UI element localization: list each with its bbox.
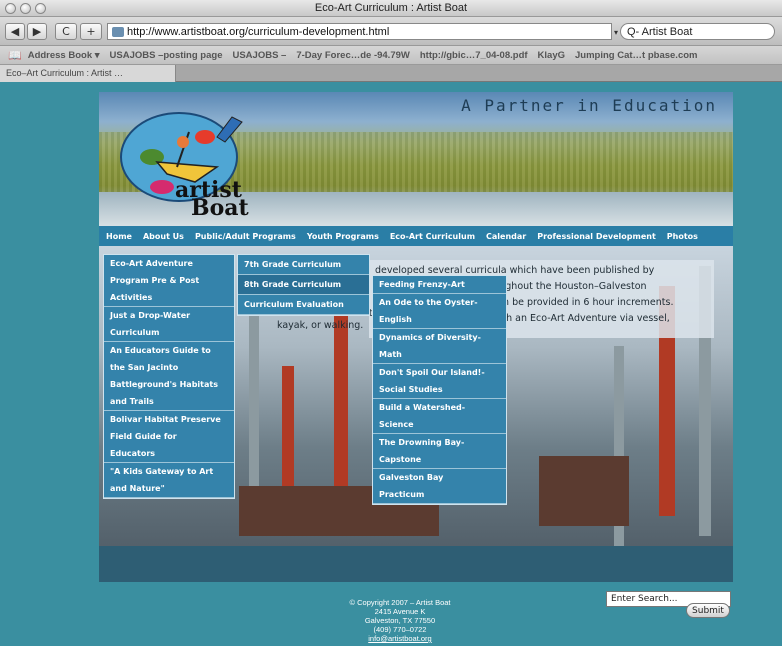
content-line: kayak, or walking.	[277, 320, 364, 331]
menu-item[interactable]: Science	[373, 416, 506, 434]
nav-item-professional[interactable]: Professional Development	[537, 232, 656, 241]
nav-item-home[interactable]: Home	[106, 232, 132, 241]
menu-item[interactable]: Bolivar Habitat Preserve	[104, 411, 234, 428]
bookmark-item[interactable]: KlayG	[538, 50, 565, 61]
menu-item[interactable]: Practicum	[373, 486, 506, 504]
menu-item[interactable]: The Drowning Bay-	[373, 434, 506, 451]
menu-item-8th-grade[interactable]: 8th Grade Curriculum	[238, 275, 369, 295]
chevron-down-icon[interactable]: ▾	[614, 28, 618, 37]
menu-item-evaluation[interactable]: Curriculum Evaluation	[238, 295, 369, 315]
menu-item[interactable]: Program Pre & Post	[104, 272, 234, 289]
address-bar[interactable]: http://www.artistboat.org/curriculum-dev…	[107, 23, 612, 40]
menu-item[interactable]: and Trails	[104, 393, 234, 411]
nav-item-youth[interactable]: Youth Programs	[307, 232, 379, 241]
eco-art-dropdown-menu: Eco-Art Adventure Program Pre & Post Act…	[103, 254, 235, 499]
menu-item[interactable]: Curriculum	[104, 324, 234, 342]
main-navigation: Home About Us Public/Adult Programs Yout…	[99, 226, 733, 246]
menu-item[interactable]: Just a Drop-Water	[104, 307, 234, 324]
tab-current[interactable]: Eco–Art Curriculum : Artist …	[0, 65, 176, 82]
menu-item[interactable]: Don't Spoil Our Island!-	[373, 364, 506, 381]
site-header: A Partner in Education artist Boat	[99, 92, 733, 226]
browser-search-field[interactable]: Q- Artist Boat	[620, 23, 775, 40]
nav-item-public-adult[interactable]: Public/Adult Programs	[195, 232, 296, 241]
menu-item[interactable]: Eco-Art Adventure	[104, 255, 234, 272]
menu-item[interactable]: and Nature"	[104, 480, 234, 498]
rig-structure	[282, 366, 294, 486]
bookmark-item[interactable]: Jumping Cat…t pbase.com	[575, 50, 697, 61]
open-book-icon[interactable]: 📖	[8, 49, 22, 62]
window-title: Eco-Art Curriculum : Artist Boat	[314, 2, 468, 14]
address-bar-text: http://www.artistboat.org/curriculum-dev…	[127, 25, 390, 38]
tab-bar: Eco–Art Curriculum : Artist …	[0, 65, 782, 82]
nav-item-calendar[interactable]: Calendar	[486, 232, 526, 241]
menu-item[interactable]: Galveston Bay	[373, 469, 506, 486]
menu-item[interactable]: Field Guide for	[104, 428, 234, 445]
rig-structure	[539, 456, 629, 526]
menu-item[interactable]: Build a Watershed-	[373, 399, 506, 416]
menu-item[interactable]: An Educators Guide to	[104, 342, 234, 359]
reload-button[interactable]: C	[55, 23, 77, 40]
forward-button[interactable]: ▶	[27, 23, 47, 40]
reload-icon: C	[62, 25, 70, 38]
curriculum-submenu: 7th Grade Curriculum 8th Grade Curriculu…	[237, 254, 370, 316]
menu-item[interactable]: Dynamics of Diversity-	[373, 329, 506, 346]
menu-item[interactable]: English	[373, 311, 506, 329]
menu-item[interactable]: Social Studies	[373, 381, 506, 399]
web-page: A Partner in Education artist Boat Home …	[99, 92, 733, 582]
submit-button[interactable]: Submit	[686, 603, 730, 618]
browser-toolbar: ◀ ▶ C + http://www.artistboat.org/curric…	[0, 17, 782, 46]
menu-item[interactable]: Feeding Frenzy-Art	[373, 276, 506, 294]
logo-text: Boat	[191, 195, 250, 217]
favicon-icon	[112, 26, 124, 37]
plus-icon: +	[86, 25, 96, 38]
artist-boat-logo[interactable]: artist Boat	[117, 102, 257, 221]
back-icon: ◀	[10, 25, 20, 38]
8th-grade-submenu: Feeding Frenzy-Art An Ode to the Oyster-…	[372, 275, 507, 505]
menu-item[interactable]: An Ode to the Oyster-	[373, 294, 506, 311]
menu-item[interactable]: "A Kids Gateway to Art	[104, 463, 234, 480]
add-bookmark-button[interactable]: +	[80, 23, 102, 40]
menu-item[interactable]: Educators	[104, 445, 234, 463]
menu-item[interactable]: Capstone	[373, 451, 506, 469]
bookmark-item[interactable]: http://gbic…7_04-08.pdf	[420, 50, 528, 61]
bookmark-item[interactable]: USAJOBS –posting page	[110, 50, 223, 61]
menu-item[interactable]: Activities	[104, 289, 234, 307]
site-footer: © Copyright 2007 – Artist Boat 2415 Aven…	[320, 598, 480, 643]
menu-item[interactable]: Math	[373, 346, 506, 364]
browser-search-text: Q- Artist Boat	[627, 25, 693, 38]
nav-item-photos[interactable]: Photos	[667, 232, 698, 241]
nav-item-about[interactable]: About Us	[143, 232, 184, 241]
bookmark-item[interactable]: USAJOBS –	[232, 50, 286, 61]
menu-item[interactable]: Battleground's Habitats	[104, 376, 234, 393]
phone-text: (409) 770–0722	[373, 625, 427, 634]
sea-image	[99, 546, 733, 582]
nav-item-eco-art[interactable]: Eco-Art Curriculum	[390, 232, 475, 241]
bookmark-item[interactable]: 7-Day Forec…de -94.79W	[296, 50, 410, 61]
menu-item-7th-grade[interactable]: 7th Grade Curriculum	[238, 255, 369, 275]
address-text: 2415 Avenue K	[374, 607, 426, 616]
back-button[interactable]: ◀	[5, 23, 25, 40]
window-titlebar: Eco-Art Curriculum : Artist Boat	[0, 0, 782, 17]
city-text: Galveston, TX 77550	[364, 616, 436, 625]
bookmarks-bar: 📖 Address Book ▾ USAJOBS –posting page U…	[0, 46, 782, 65]
bookmark-item[interactable]: Address Book ▾	[28, 50, 100, 61]
forward-icon: ▶	[32, 25, 42, 38]
copyright-text: © Copyright 2007 – Artist Boat	[349, 598, 451, 607]
site-tagline: A Partner in Education	[461, 96, 717, 115]
email-link[interactable]: info@artistboat.org	[320, 634, 480, 643]
menu-item[interactable]: the San Jacinto	[104, 359, 234, 376]
